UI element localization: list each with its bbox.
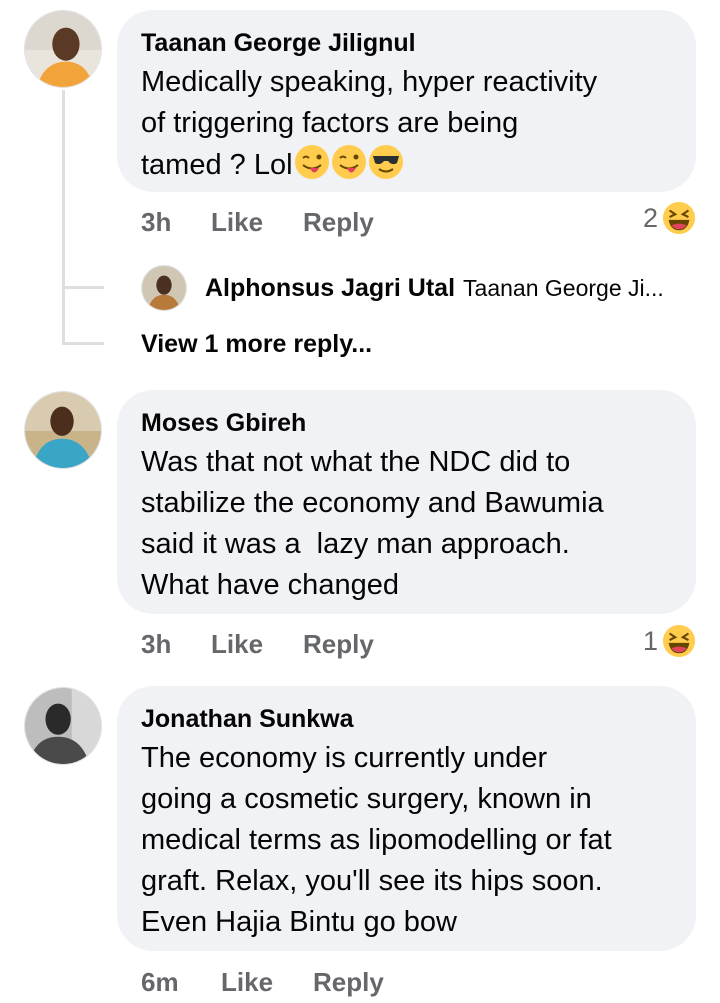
comment-text-line: tamed ? Lol — [141, 144, 672, 186]
comment-text-line: graft. Relax, you'll see its hips soon. — [141, 865, 603, 897]
comment-text-line: going a cosmetic surgery, known in — [141, 783, 592, 815]
comment-text-line: Even Hajia Bintu go bow — [141, 906, 457, 938]
laughing-face-icon — [662, 201, 696, 235]
reaction-count: 2 — [642, 202, 658, 233]
thread-branch — [62, 342, 104, 345]
reply-button[interactable]: Reply — [313, 967, 384, 998]
like-button[interactable]: Like — [221, 967, 273, 998]
comment-time[interactable]: 6m — [141, 967, 179, 998]
comment-text: Was that not what the NDC did to stabili… — [141, 442, 672, 606]
thread-line — [62, 90, 65, 343]
comment-text-line: of triggering factors are being — [141, 107, 519, 139]
reply-preview[interactable]: Alphonsus Jagri Utal Taanan George Ji... — [141, 265, 664, 311]
comment-text-line: stabilize the economy and Bawumia — [141, 487, 604, 519]
like-button[interactable]: Like — [211, 207, 263, 238]
comment-time[interactable]: 3h — [141, 207, 171, 238]
reaction-count: 1 — [642, 625, 658, 656]
reply-snippet: Taanan George Ji... — [463, 274, 664, 301]
comment-text: Medically speaking, hyper reactivity of … — [141, 62, 672, 186]
laughing-face-icon — [662, 624, 696, 658]
comment-author[interactable]: Taanan George Jilignul — [141, 28, 672, 58]
comment-text-line: Was that not what the NDC did to — [141, 446, 571, 478]
comment-text-line: medical terms as lipomodelling or fat — [141, 824, 612, 856]
comment-text-line: said it was a lazy man approach. — [141, 528, 570, 560]
comment-bubble: Taanan George Jilignul Medically speakin… — [117, 10, 696, 192]
comment-text: The economy is currently under going a c… — [141, 738, 672, 943]
reaction-summary[interactable]: 2 — [643, 201, 696, 235]
avatar-jonathan[interactable] — [24, 687, 102, 765]
comment-time[interactable]: 3h — [141, 629, 171, 660]
avatar-alphonsus[interactable] — [141, 265, 187, 311]
reaction-summary[interactable]: 1 — [643, 624, 696, 658]
thread-branch — [62, 286, 104, 289]
comment-text-line: What have changed — [141, 569, 399, 601]
reply-author[interactable]: Alphonsus Jagri Utal — [205, 274, 455, 303]
comment-bubble: Jonathan Sunkwa The economy is currently… — [117, 686, 696, 951]
like-button[interactable]: Like — [211, 629, 263, 660]
comment-author[interactable]: Jonathan Sunkwa — [141, 704, 672, 734]
comment-author[interactable]: Moses Gbireh — [141, 408, 672, 438]
winking-tongue-face-icon — [294, 144, 330, 180]
comment-bubble: Moses Gbireh Was that not what the NDC d… — [117, 390, 696, 614]
comment-text-line: The economy is currently under — [141, 742, 548, 774]
sunglasses-face-icon — [368, 144, 404, 180]
avatar-moses[interactable] — [24, 391, 102, 469]
reply-button[interactable]: Reply — [303, 207, 374, 238]
winking-tongue-face-icon — [331, 144, 367, 180]
view-more-replies-link[interactable]: View 1 more reply... — [141, 330, 372, 359]
comment-text-line: Medically speaking, hyper reactivity — [141, 66, 598, 98]
reply-button[interactable]: Reply — [303, 629, 374, 660]
avatar-taanan[interactable] — [24, 10, 102, 88]
comment-text-fragment: tamed ? Lol — [141, 149, 293, 181]
